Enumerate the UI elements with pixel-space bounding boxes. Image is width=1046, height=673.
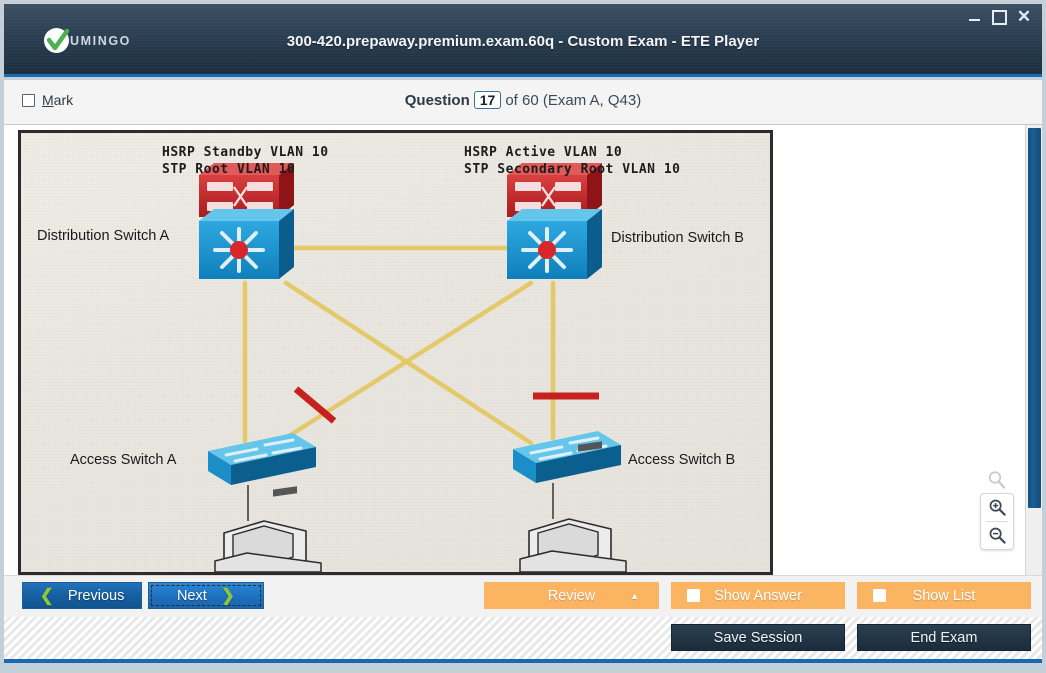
vumingo-logo: UMINGO xyxy=(44,28,131,53)
window-title: 300-420.prepaway.premium.exam.60q - Cust… xyxy=(286,33,760,50)
navigation-button-bar: ❮ Previous Next ❯ Review ▲ Show Answer S… xyxy=(4,575,1042,617)
dist-b-note-line2: STP Secondary Root VLAN 10 xyxy=(464,162,681,177)
question-word: Question xyxy=(404,92,470,109)
access-switch-a-label: Access Switch A xyxy=(70,452,177,468)
maximize-button[interactable] xyxy=(991,9,1007,25)
previous-button-label: Previous xyxy=(67,587,125,604)
logo-text: UMINGO xyxy=(70,33,131,48)
window-controls: ✕ xyxy=(966,8,1032,25)
distribution-switch-b-icon xyxy=(507,163,602,279)
show-answer-label: Show Answer xyxy=(714,587,802,604)
pc-a-icon xyxy=(214,486,322,572)
title-bar: UMINGO 300-420.prepaway.premium.exam.60q… xyxy=(4,4,1042,77)
question-total: of 60 (Exam A, Q43) xyxy=(505,92,642,109)
magnifier-plus-icon xyxy=(989,499,1006,516)
access-switch-b-icon xyxy=(513,431,621,483)
review-button[interactable]: Review ▲ xyxy=(484,582,659,609)
dist-a-note-line2: STP Root VLAN 10 xyxy=(162,162,296,177)
content-scrollbar[interactable] xyxy=(1025,125,1042,575)
scrollbar-thumb[interactable] xyxy=(1028,128,1041,508)
question-image-panel: HSRP Standby VLAN 10 STP Root VLAN 10 HS… xyxy=(18,130,773,575)
save-session-button[interactable]: Save Session xyxy=(671,624,845,651)
dist-switch-a-label: Distribution Switch A xyxy=(37,228,170,244)
distribution-switch-a-icon xyxy=(199,163,294,279)
zoom-in-button[interactable] xyxy=(981,494,1013,521)
question-bar: Mark Question 17 of 60 (Exam A, Q43) xyxy=(4,80,1042,125)
chevron-right-icon: ❯ xyxy=(220,586,236,605)
chevron-left-icon: ❮ xyxy=(39,586,54,605)
footer-bar: Save Session End Exam xyxy=(4,617,1042,663)
previous-button[interactable]: ❮ Previous xyxy=(22,582,142,609)
end-exam-button[interactable]: End Exam xyxy=(857,624,1031,651)
zoom-button-group xyxy=(980,493,1014,550)
access-switch-b-label: Access Switch B xyxy=(628,452,736,468)
next-button-label: Next xyxy=(176,587,207,604)
image-zoom-tools xyxy=(980,470,1014,550)
show-list-label: Show List xyxy=(912,587,976,604)
show-list-button[interactable]: Show List xyxy=(857,582,1031,609)
question-number-field[interactable]: 17 xyxy=(473,91,502,109)
dist-a-note-line1: HSRP Standby VLAN 10 xyxy=(162,145,329,160)
zoom-out-button[interactable] xyxy=(981,522,1013,549)
dist-switch-b-label: Distribution Switch B xyxy=(611,230,744,246)
caret-up-icon: ▲ xyxy=(630,590,639,601)
close-icon[interactable]: ✕ xyxy=(1016,8,1032,25)
dist-b-note-line1: HSRP Active VLAN 10 xyxy=(464,145,623,160)
blocked-port-bar-left xyxy=(293,386,337,424)
next-button[interactable]: Next ❯ xyxy=(148,582,264,609)
logo-circle-icon xyxy=(44,28,69,53)
network-topology-diagram: HSRP Standby VLAN 10 STP Root VLAN 10 HS… xyxy=(21,133,770,572)
minimize-button[interactable] xyxy=(966,9,982,25)
magnifier-minus-icon xyxy=(989,527,1006,544)
content-area: HSRP Standby VLAN 10 STP Root VLAN 10 HS… xyxy=(4,125,1042,575)
question-indicator: Question 17 of 60 (Exam A, Q43) xyxy=(4,91,1042,109)
show-answer-button[interactable]: Show Answer xyxy=(671,582,845,609)
ete-player-window: UMINGO 300-420.prepaway.premium.exam.60q… xyxy=(0,0,1046,673)
topology-graphics xyxy=(199,163,627,572)
access-switch-a-icon xyxy=(208,433,316,485)
green-check-icon xyxy=(47,29,69,51)
magnifier-icon[interactable] xyxy=(980,470,1014,490)
